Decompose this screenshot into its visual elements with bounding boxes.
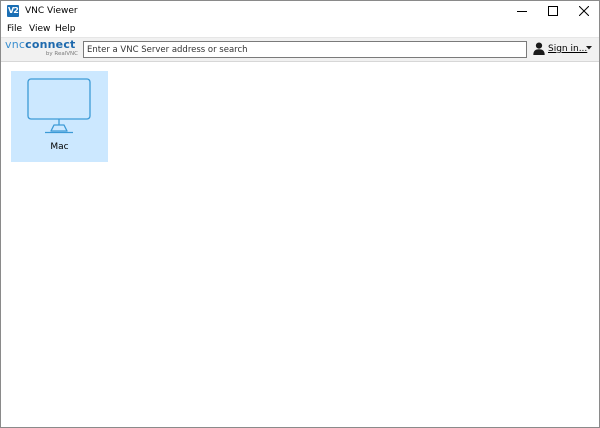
sign-in-button[interactable]: Sign in... xyxy=(533,41,595,57)
chevron-down-icon[interactable] xyxy=(586,46,592,50)
vnc-connect-logo: vncconnect by RealVNC xyxy=(5,39,79,60)
app-icon-text: V2 xyxy=(8,6,19,15)
sign-in-label: Sign in... xyxy=(548,44,588,54)
close-icon xyxy=(579,6,589,16)
connection-tile[interactable]: Mac xyxy=(11,71,108,162)
menu-bar: File View Help xyxy=(1,22,599,36)
menu-view[interactable]: View xyxy=(29,23,50,36)
logo-wordmark: vncconnect xyxy=(5,39,76,51)
logo-vnc-text: vnc xyxy=(5,38,26,51)
close-button[interactable] xyxy=(569,1,599,22)
user-icon xyxy=(533,42,545,55)
server-search-input[interactable] xyxy=(83,41,527,58)
vnc-app-icon: V2 xyxy=(7,5,19,17)
maximize-icon xyxy=(548,6,558,16)
connection-label: Mac xyxy=(50,142,69,152)
vnc-viewer-window: V2 VNC Viewer File View Help vncconnect … xyxy=(0,0,600,428)
window-title: VNC Viewer xyxy=(25,6,78,16)
menu-file[interactable]: File xyxy=(7,23,22,36)
minimize-button[interactable] xyxy=(507,1,537,22)
logo-byline: by RealVNC xyxy=(45,51,78,57)
minimize-icon xyxy=(517,11,527,12)
menu-help[interactable]: Help xyxy=(55,23,76,36)
address-book-area[interactable]: Mac xyxy=(1,62,599,427)
monitor-icon xyxy=(27,78,91,134)
logo-connect-text: connect xyxy=(25,38,76,51)
maximize-button[interactable] xyxy=(538,1,568,22)
toolbar: vncconnect by RealVNC Sign in... xyxy=(1,37,599,62)
title-bar[interactable]: V2 VNC Viewer xyxy=(1,1,599,22)
